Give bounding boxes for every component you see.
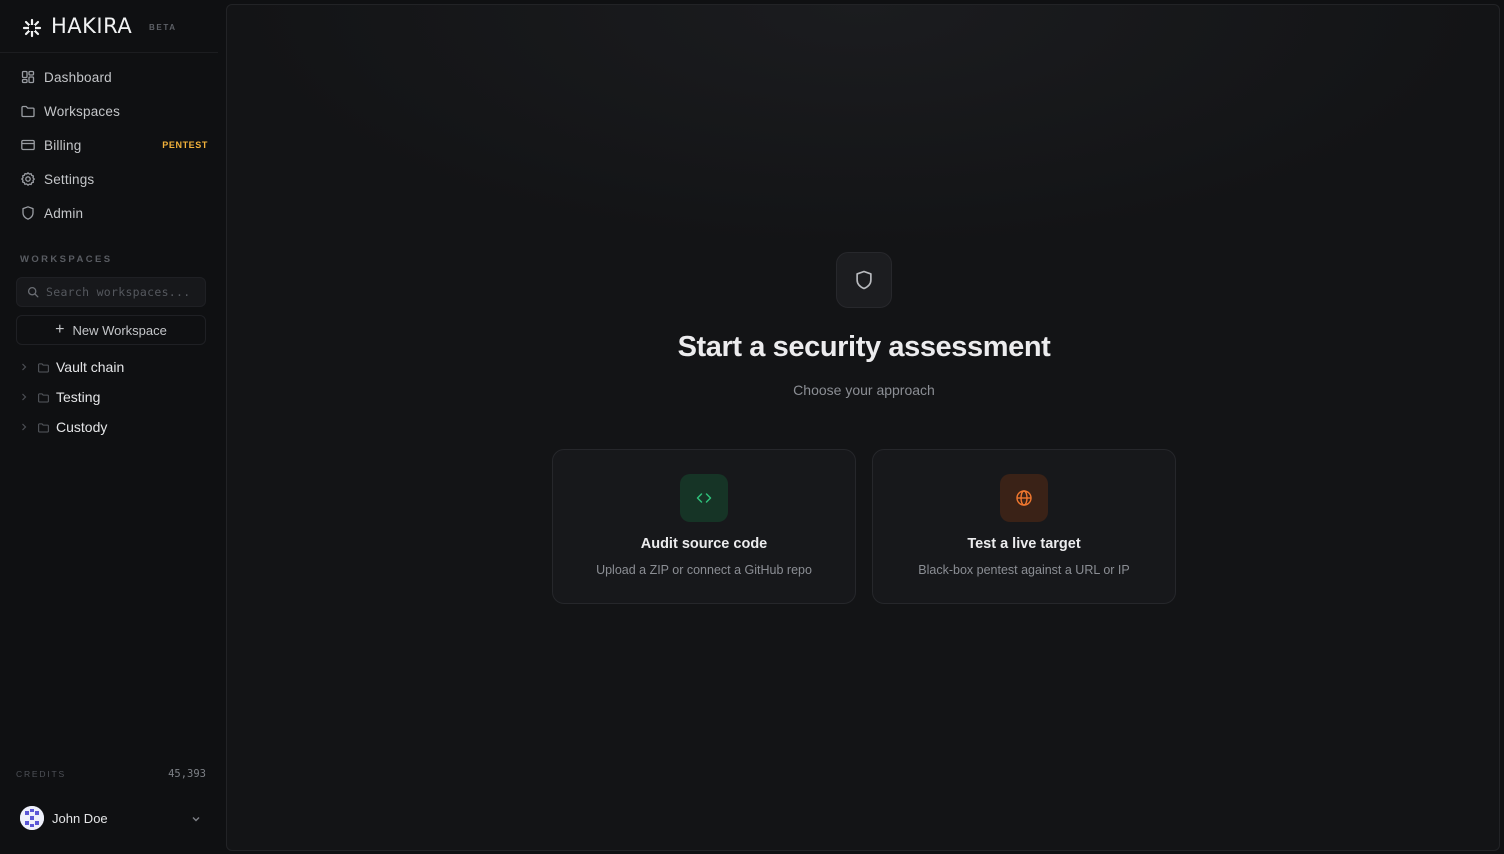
- code-icon: [680, 474, 728, 522]
- workspace-search[interactable]: [16, 277, 206, 307]
- page-title: Start a security assessment: [677, 331, 1051, 363]
- workspace-item-custody[interactable]: Custody: [18, 414, 210, 440]
- grid-icon: [20, 69, 36, 85]
- gear-icon: [20, 171, 36, 187]
- workspace-label: Testing: [56, 389, 101, 405]
- new-workspace-label: New Workspace: [72, 322, 167, 338]
- workspaces-section-label: WORKSPACES: [20, 254, 113, 265]
- sidebar-item-settings[interactable]: Settings: [14, 164, 210, 194]
- credits-value: 45,393: [168, 768, 206, 780]
- brand[interactable]: HAKIRA BETA: [0, 0, 218, 53]
- audit-source-code-card[interactable]: Audit source code Upload a ZIP or connec…: [552, 449, 856, 604]
- shield-icon: [20, 205, 36, 221]
- chevron-right-icon[interactable]: [19, 422, 29, 432]
- user-name: John Doe: [52, 810, 108, 826]
- logo-icon: [22, 18, 42, 38]
- sidebar-item-label: Dashboard: [44, 69, 112, 85]
- avatar: [20, 806, 44, 830]
- chevron-right-icon[interactable]: [19, 362, 29, 372]
- workspace-item-testing[interactable]: Testing: [18, 384, 210, 410]
- folder-icon: [20, 103, 36, 119]
- globe-icon: [1000, 474, 1048, 522]
- folder-icon: [37, 421, 50, 434]
- card-title: Test a live target: [967, 536, 1081, 552]
- brand-name: HAKIRA: [51, 14, 133, 38]
- sidebar-item-label: Settings: [44, 171, 95, 187]
- page-subtitle: Choose your approach: [793, 382, 935, 398]
- search-icon: [27, 286, 39, 298]
- new-workspace-button[interactable]: + New Workspace: [16, 315, 206, 345]
- main-panel: Start a security assessment Choose your …: [226, 4, 1500, 851]
- sidebar-item-label: Workspaces: [44, 103, 121, 119]
- credits-label: CREDITS: [16, 769, 66, 779]
- card-description: Upload a ZIP or connect a GitHub repo: [596, 563, 812, 577]
- sidebar: HAKIRA BETA Dashboard Workspaces Billing…: [0, 0, 226, 854]
- folder-icon: [37, 391, 50, 404]
- user-menu[interactable]: John Doe: [16, 802, 208, 834]
- sidebar-item-dashboard[interactable]: Dashboard: [14, 62, 210, 92]
- shield-icon: [836, 252, 892, 308]
- sidebar-item-label: Admin: [44, 205, 84, 221]
- card-description: Black-box pentest against a URL or IP: [918, 563, 1130, 577]
- folder-icon: [37, 361, 50, 374]
- plus-icon: +: [55, 321, 65, 338]
- sidebar-item-label: Billing: [44, 137, 82, 153]
- search-input[interactable]: [46, 285, 205, 299]
- workspace-label: Vault chain: [56, 359, 125, 375]
- sidebar-item-workspaces[interactable]: Workspaces: [14, 96, 210, 126]
- credit-card-icon: [20, 137, 36, 153]
- chevron-down-icon: [190, 813, 202, 825]
- beta-badge: BETA: [149, 23, 177, 32]
- test-live-target-card[interactable]: Test a live target Black-box pentest aga…: [872, 449, 1176, 604]
- chevron-right-icon[interactable]: [19, 392, 29, 402]
- workspace-item-vault-chain[interactable]: Vault chain: [18, 354, 210, 380]
- sidebar-item-admin[interactable]: Admin: [14, 198, 210, 228]
- workspace-label: Custody: [56, 419, 108, 435]
- card-title: Audit source code: [640, 536, 768, 552]
- pentest-badge: PENTEST: [162, 140, 208, 150]
- sidebar-item-billing[interactable]: Billing PENTEST: [14, 130, 210, 160]
